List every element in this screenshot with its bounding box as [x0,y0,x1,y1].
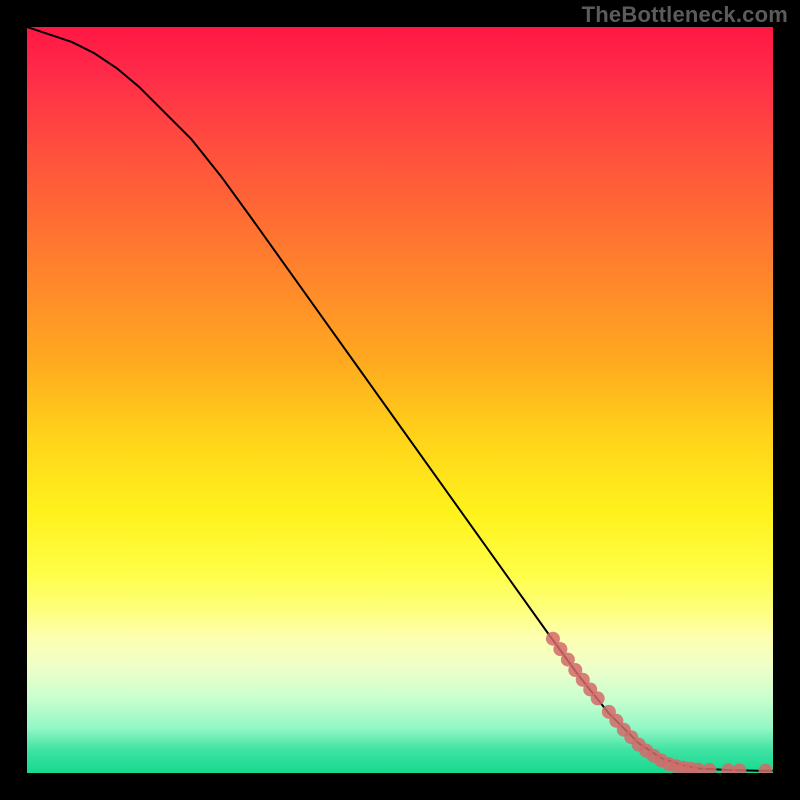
curve-line [27,27,773,771]
watermark-text: TheBottleneck.com [582,2,788,28]
data-marker [732,764,746,773]
data-marker [759,764,773,773]
plot-area [27,27,773,773]
chart-svg [27,27,773,773]
data-marker [703,763,717,773]
data-marker [591,691,605,705]
data-markers [546,632,773,773]
chart-frame: TheBottleneck.com [0,0,800,800]
